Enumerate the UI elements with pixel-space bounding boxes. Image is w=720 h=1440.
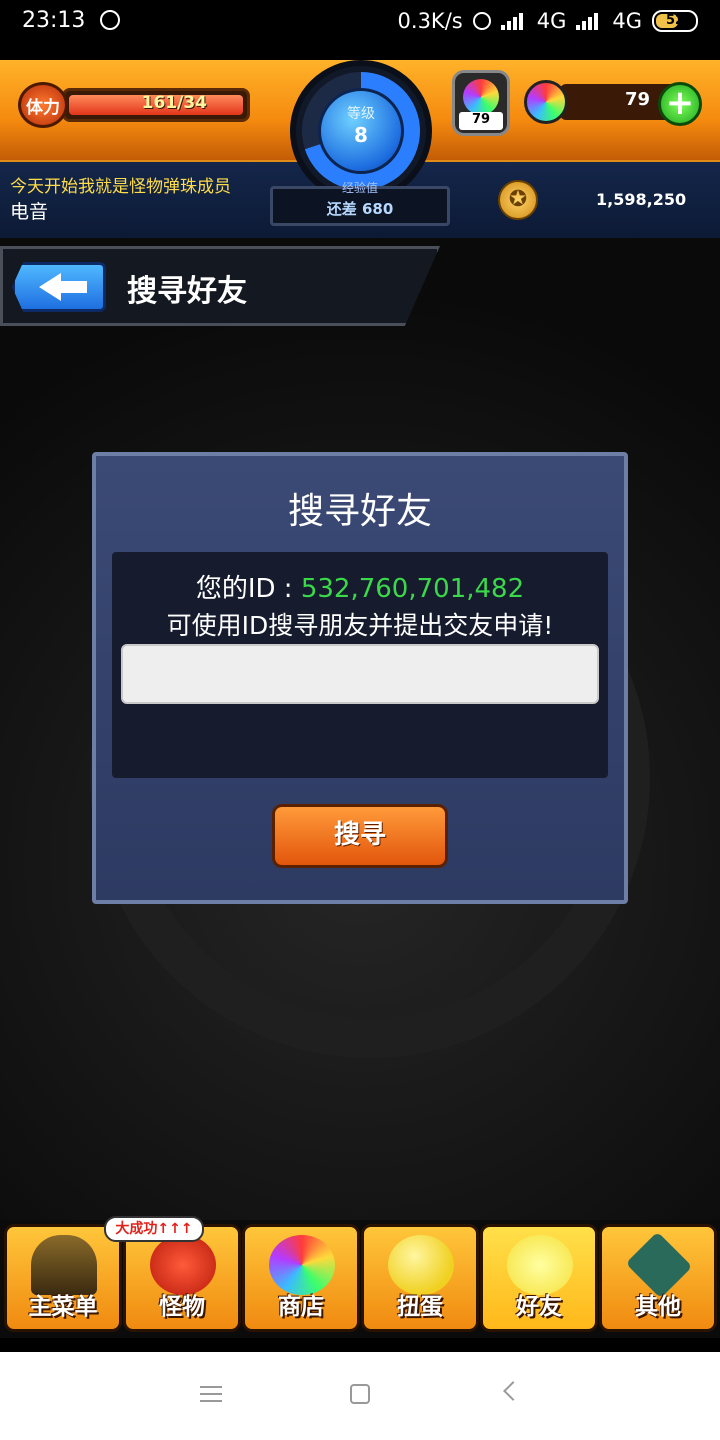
- status-time: 23:13: [22, 8, 86, 33]
- alarm-icon: [472, 12, 491, 30]
- rank-badge[interactable]: 等级 8: [318, 88, 404, 174]
- dialog-title: 搜寻好友: [287, 491, 432, 532]
- system-back-icon[interactable]: [503, 1381, 523, 1401]
- tab-label-other: 其他: [635, 1294, 681, 1320]
- stamina-bar: 161/34: [62, 88, 250, 122]
- tab-other[interactable]: 其他: [599, 1224, 717, 1332]
- stamina-value: 161/34: [141, 93, 207, 113]
- tab-friends[interactable]: 好友: [480, 1224, 598, 1332]
- timer-icon: [100, 10, 120, 30]
- rainbow-orb-icon: [269, 1235, 335, 1295]
- rainbow-gem-icon: [524, 80, 568, 124]
- gem-count: 79: [624, 89, 650, 110]
- potion-count: 79: [459, 112, 503, 130]
- battery-level: 52: [665, 13, 685, 28]
- search-hint: 可使用ID搜寻朋友并提出交友申请!: [166, 611, 554, 640]
- friends-icon: [507, 1235, 573, 1295]
- egg-icon: [388, 1235, 454, 1295]
- tab-gacha[interactable]: 扭蛋: [361, 1224, 479, 1332]
- tab-label-friends: 好友: [516, 1294, 562, 1320]
- id-value: 532,760,701,482: [300, 574, 525, 604]
- battery-icon: 52: [652, 10, 698, 32]
- rank-value: 8: [354, 123, 368, 147]
- gold-amount: 1,598,250: [596, 190, 687, 209]
- exp-box: 经验值 还差 680: [270, 181, 450, 226]
- back-button[interactable]: [12, 262, 106, 312]
- bottom-nav: 大成功↑↑↑ 主菜单 怪物 商店 扭蛋 好友 其他: [0, 1216, 720, 1338]
- exp-label: 经验值: [341, 181, 378, 195]
- recent-apps-icon[interactable]: [200, 1386, 222, 1402]
- signal-icon-2: [576, 12, 602, 30]
- success-badge: 大成功↑↑↑: [104, 1216, 204, 1242]
- tab-label-shop: 商店: [278, 1294, 324, 1320]
- monster-icon: [150, 1235, 216, 1295]
- your-id-line: 您的ID : 532,760,701,482: [112, 568, 608, 605]
- news-line-1: 今天开始我就是怪物弹珠成员: [10, 177, 231, 197]
- status-right: 0.3K/s 4G 4G 52: [398, 9, 698, 33]
- news-line-2: 电音: [10, 201, 49, 223]
- home-icon[interactable]: [350, 1384, 370, 1404]
- network-speed: 0.3K/s: [397, 9, 463, 33]
- signal-icon: [500, 12, 527, 30]
- gold-coin-icon: ✪: [498, 180, 538, 220]
- network-type-2: 4G: [612, 9, 642, 33]
- exp-value: 还差 680: [326, 200, 394, 218]
- search-button[interactable]: 搜寻: [272, 804, 448, 868]
- stamina-icon: 体力: [18, 82, 68, 128]
- stamina-label: 体力: [26, 97, 60, 118]
- page-title: 搜寻好友: [127, 274, 247, 309]
- id-label: 您的ID :: [195, 574, 293, 604]
- tab-label-main-menu: 主菜单: [28, 1294, 98, 1320]
- network-type-1: 4G: [536, 9, 567, 33]
- rank-label: 等级: [347, 106, 375, 122]
- home-gate-icon: [31, 1235, 97, 1295]
- system-nav-bar: [0, 1352, 720, 1440]
- status-bar: 23:13 0.3K/s 4G 4G 52: [0, 0, 720, 50]
- friend-id-input[interactable]: [121, 644, 599, 704]
- tab-label-monsters: 怪物: [159, 1294, 205, 1320]
- back-arrow-icon: [39, 273, 61, 301]
- tab-shop[interactable]: 商店: [242, 1224, 360, 1332]
- tab-main-menu[interactable]: 主菜单: [4, 1224, 122, 1332]
- potion-icon[interactable]: 79: [452, 70, 510, 136]
- tab-label-gacha: 扭蛋: [397, 1294, 443, 1320]
- add-gems-button[interactable]: +: [658, 82, 702, 126]
